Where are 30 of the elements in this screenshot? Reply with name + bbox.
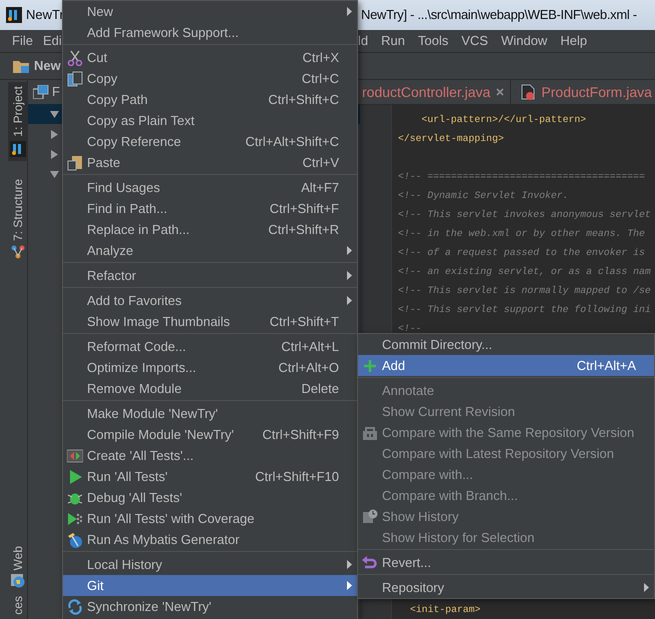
code-line: <!-- xyxy=(398,322,423,336)
code-line: <!-- of a request passed to the envoker is xyxy=(398,246,646,260)
code-line: <!-- ===================================== xyxy=(398,170,646,184)
shortcut-label: Ctrl+Alt+Shift+C xyxy=(245,132,339,151)
shortcut-label: Ctrl+Alt+A xyxy=(576,356,636,375)
code-line: <!-- in the web.xml or by other means. The xyxy=(398,227,646,241)
code-line: <!-- This servlet support the following ini xyxy=(398,303,652,317)
shortcut-label: Ctrl+Shift+R xyxy=(268,220,339,239)
shortcut-label: Ctrl+Alt+L xyxy=(281,338,339,356)
shortcut-label: Ctrl+V xyxy=(302,154,339,172)
window-title: NewTr xyxy=(26,6,64,24)
shortcut-label: Ctrl+C xyxy=(302,70,339,88)
shortcut-label: Ctrl+Alt+O xyxy=(278,358,339,377)
window-title: NewTry] - ...\src\main\webapp\WEB-INF\web.xml - xyxy=(361,6,637,24)
panel-title: F xyxy=(52,83,60,102)
shortcut-label: Ctrl+Shift+T xyxy=(270,312,339,331)
shortcut-label: Ctrl+Shift+F xyxy=(270,200,339,218)
shortcut-label: Ctrl+Shift+F10 xyxy=(255,468,339,486)
code-line: <!-- This servlet is normally mapped to /se xyxy=(398,284,652,298)
code-line: </servlet-mapping> xyxy=(398,132,505,146)
code-line: <url-pattern>/</url-pattern> xyxy=(420,113,588,127)
code-line: <!-- This servlet invokes anonymous servlet xyxy=(398,208,652,222)
code-line: <init-param> xyxy=(409,603,482,617)
code-line: <!-- Dynamic Servlet Invoker. xyxy=(398,189,570,203)
shortcut-label: Ctrl+X xyxy=(302,48,339,67)
shortcut-label: Ctrl+Shift+C xyxy=(268,90,339,109)
shortcut-label: Delete xyxy=(301,380,339,398)
shortcut-label: Alt+F7 xyxy=(301,178,339,197)
shortcut-label: Ctrl+Shift+F9 xyxy=(262,426,339,444)
code-line: <!-- an existing servlet, or as a class nam xyxy=(398,265,652,279)
